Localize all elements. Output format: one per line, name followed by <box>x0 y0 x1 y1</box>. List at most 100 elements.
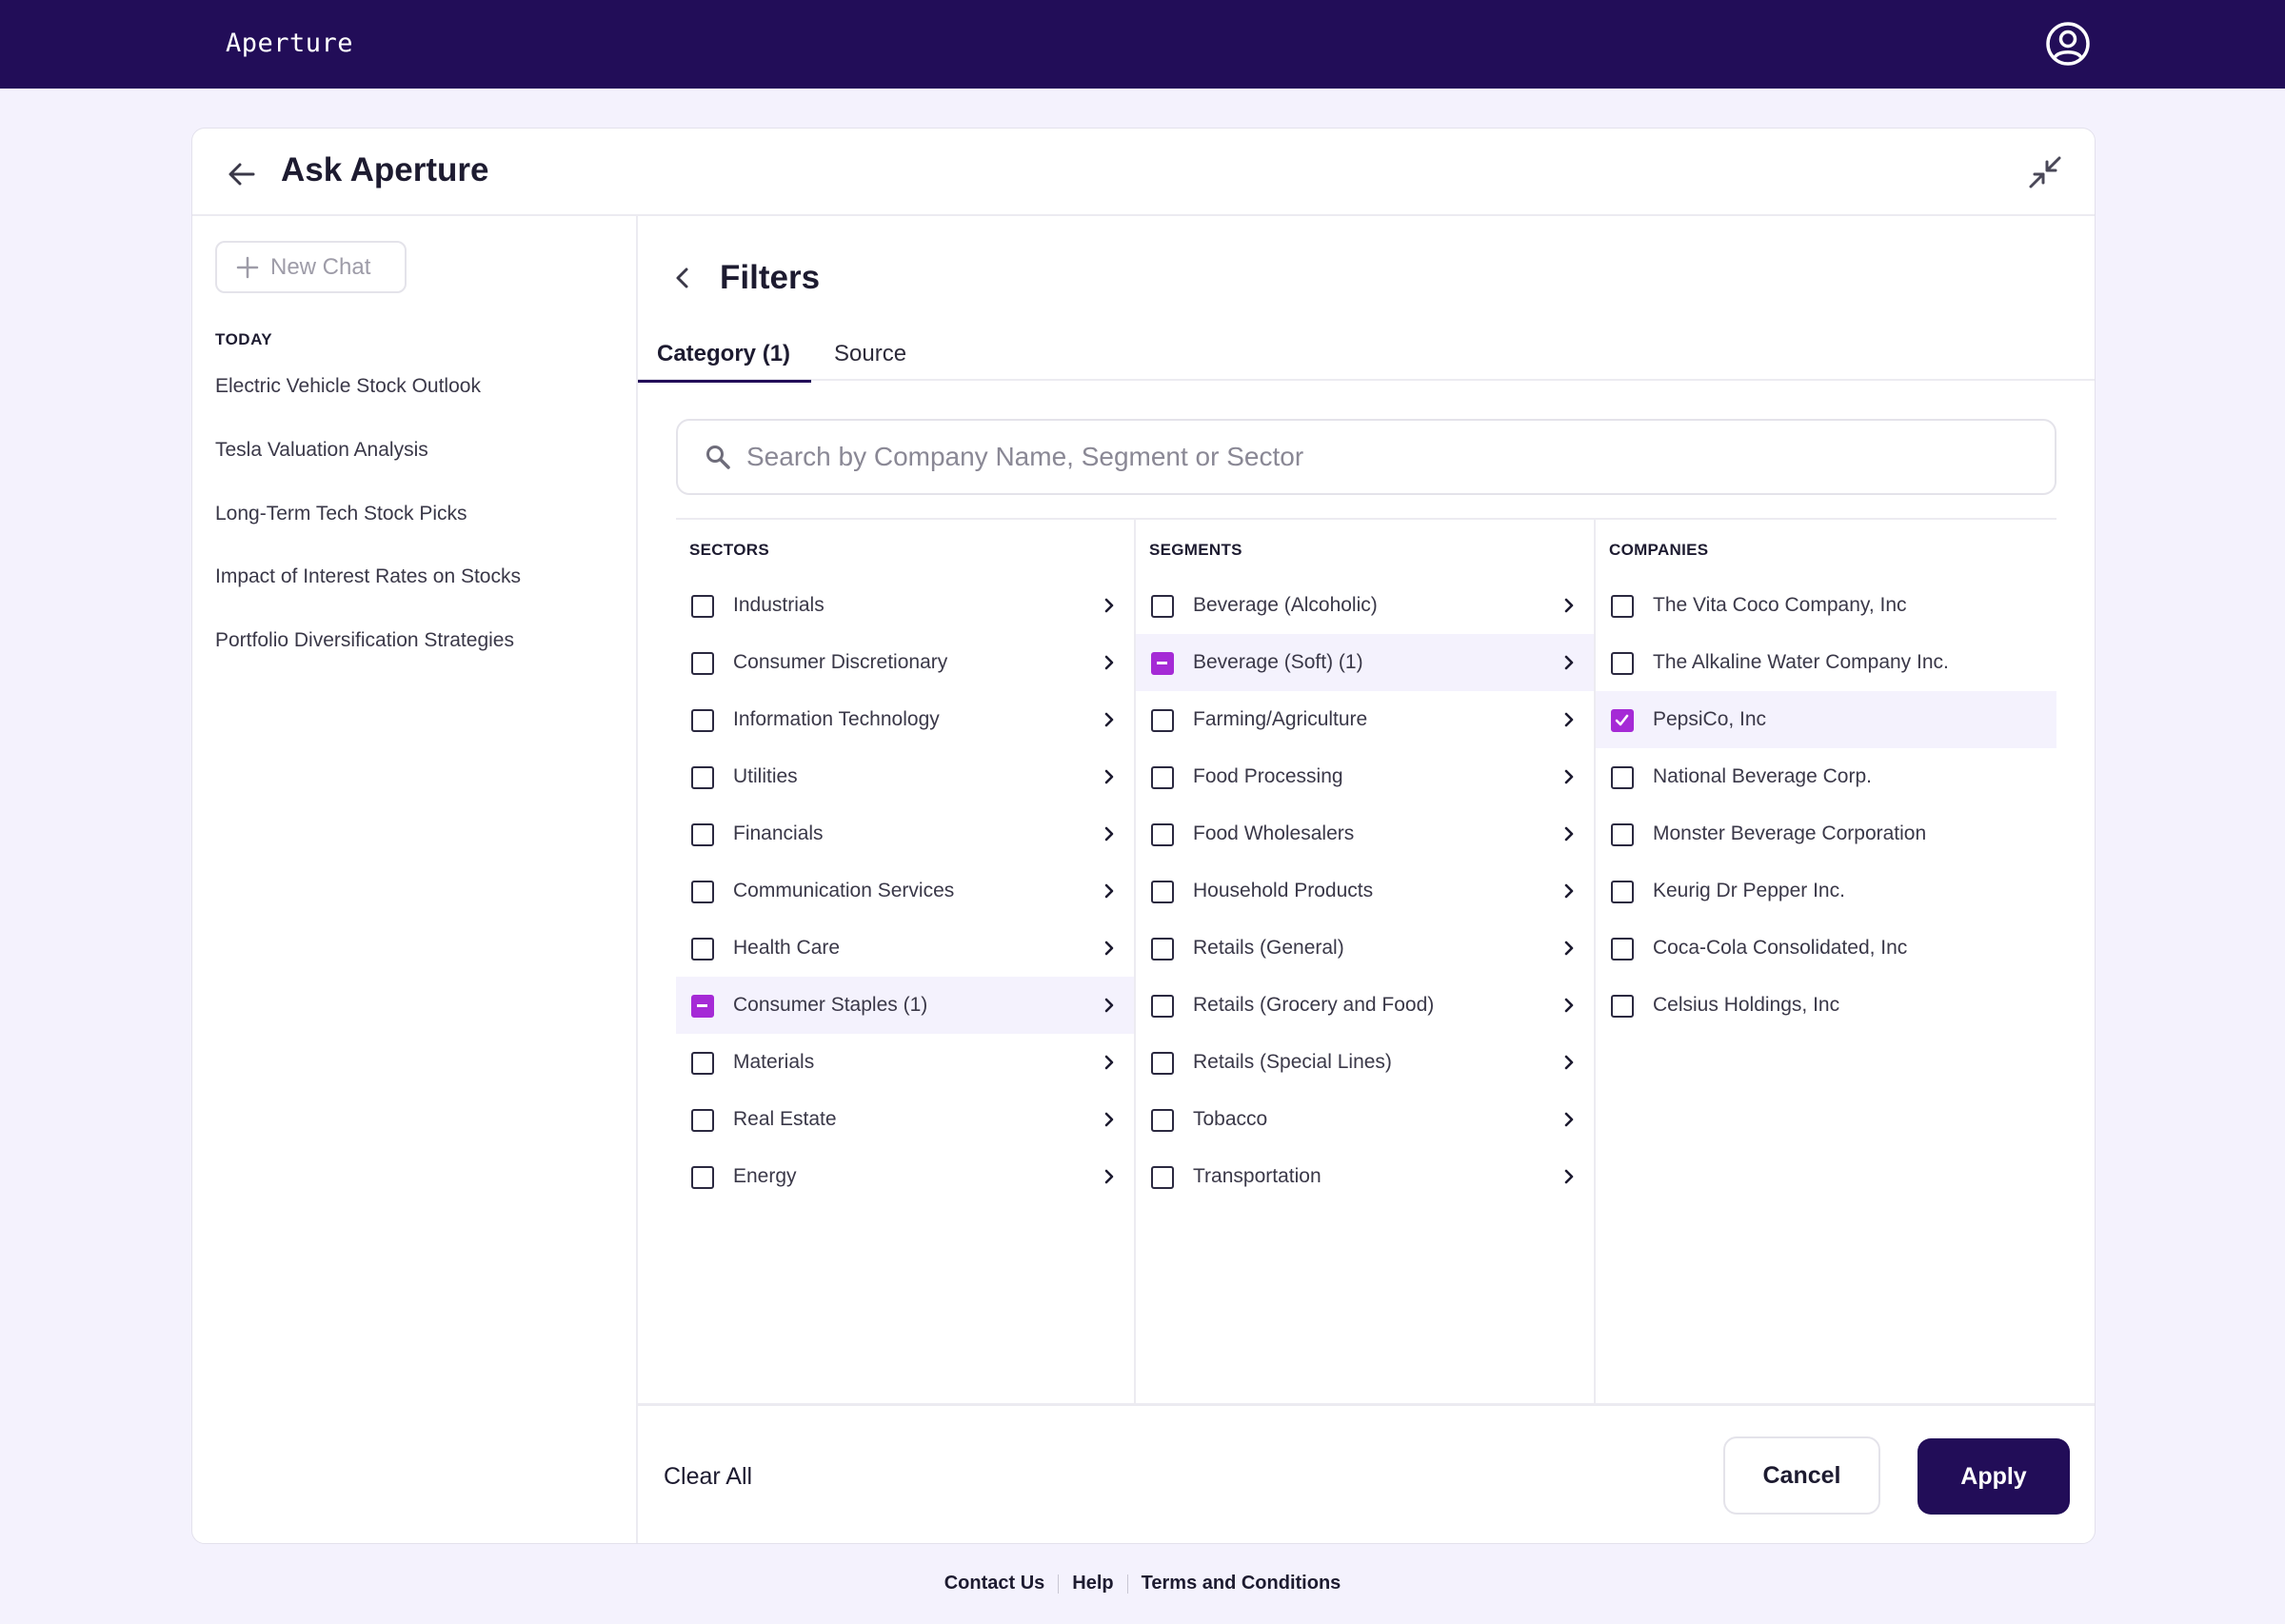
collapse-icon[interactable] <box>2026 153 2064 191</box>
sectors-row[interactable]: Consumer Staples (1) <box>676 977 1135 1034</box>
checkbox[interactable] <box>691 1109 714 1132</box>
checkbox[interactable] <box>1151 995 1174 1018</box>
checkbox[interactable] <box>1151 766 1174 789</box>
companies-row[interactable]: The Alkaline Water Company Inc. <box>1596 634 2056 691</box>
chevron-right-icon[interactable] <box>1560 1054 1578 1071</box>
chevron-right-icon[interactable] <box>1101 711 1118 728</box>
checkbox[interactable] <box>691 709 714 732</box>
companies-row[interactable]: Monster Beverage Corporation <box>1596 805 2056 862</box>
filter-search-box[interactable] <box>676 419 2056 495</box>
chevron-right-icon[interactable] <box>1560 940 1578 957</box>
chevron-right-icon[interactable] <box>1560 997 1578 1014</box>
chevron-right-icon[interactable] <box>1560 1168 1578 1185</box>
footer-link-terms[interactable]: Terms and Conditions <box>1142 1573 1341 1594</box>
checkbox[interactable] <box>1151 709 1174 732</box>
checkbox[interactable] <box>691 595 714 618</box>
checkbox[interactable] <box>1151 938 1174 961</box>
history-item[interactable]: Long-Term Tech Stock Picks <box>215 503 467 525</box>
chevron-left-icon[interactable] <box>669 265 696 291</box>
chevron-right-icon[interactable] <box>1101 1111 1118 1128</box>
segments-row[interactable]: Food Wholesalers <box>1136 805 1595 862</box>
user-account-icon[interactable] <box>2045 21 2091 67</box>
segments-row[interactable]: Beverage (Alcoholic) <box>1136 577 1595 634</box>
clear-all-button[interactable]: Clear All <box>664 1463 752 1491</box>
companies-row[interactable]: PepsiCo, Inc <box>1596 691 2056 748</box>
checkbox[interactable] <box>1611 938 1634 961</box>
checkbox[interactable] <box>691 881 714 903</box>
checkbox[interactable] <box>691 938 714 961</box>
segments-row[interactable]: Retails (General) <box>1136 920 1595 977</box>
segments-row[interactable]: Beverage (Soft) (1) <box>1136 634 1595 691</box>
segments-row[interactable]: Retails (Special Lines) <box>1136 1034 1595 1091</box>
sectors-row[interactable]: Health Care <box>676 920 1135 977</box>
checkbox[interactable] <box>691 1052 714 1075</box>
chevron-right-icon[interactable] <box>1101 1054 1118 1071</box>
chevron-right-icon[interactable] <box>1101 997 1118 1014</box>
sectors-row[interactable]: Utilities <box>676 748 1135 805</box>
back-arrow-icon[interactable] <box>225 157 259 191</box>
chevron-right-icon[interactable] <box>1101 768 1118 785</box>
chevron-right-icon[interactable] <box>1101 940 1118 957</box>
footer-link-contact-us[interactable]: Contact Us <box>944 1573 1045 1594</box>
cancel-button[interactable]: Cancel <box>1723 1436 1880 1515</box>
companies-row[interactable]: National Beverage Corp. <box>1596 748 2056 805</box>
new-chat-button[interactable]: New Chat <box>215 241 407 293</box>
segments-row[interactable]: Food Processing <box>1136 748 1595 805</box>
checkbox[interactable] <box>691 995 714 1018</box>
segments-row[interactable]: Tobacco <box>1136 1091 1595 1148</box>
companies-row[interactable]: The Vita Coco Company, Inc <box>1596 577 2056 634</box>
history-item[interactable]: Impact of Interest Rates on Stocks <box>215 565 521 588</box>
tab-category[interactable]: Category (1) <box>637 341 812 383</box>
checkbox[interactable] <box>1611 766 1634 789</box>
chevron-right-icon[interactable] <box>1560 654 1578 671</box>
history-item[interactable]: Electric Vehicle Stock Outlook <box>215 375 481 398</box>
footer-link-help[interactable]: Help <box>1072 1573 1113 1594</box>
brand-logo[interactable]: Aperture <box>226 29 353 58</box>
sectors-row[interactable]: Communication Services <box>676 862 1135 920</box>
sectors-row[interactable]: Consumer Discretionary <box>676 634 1135 691</box>
segments-row[interactable]: Transportation <box>1136 1148 1595 1205</box>
chevron-right-icon[interactable] <box>1560 711 1578 728</box>
chevron-right-icon[interactable] <box>1560 1111 1578 1128</box>
segments-row[interactable]: Household Products <box>1136 862 1595 920</box>
chevron-right-icon[interactable] <box>1101 825 1118 842</box>
sectors-row[interactable]: Industrials <box>676 577 1135 634</box>
checkbox[interactable] <box>1151 881 1174 903</box>
checkbox[interactable] <box>1151 1109 1174 1132</box>
sectors-row[interactable]: Real Estate <box>676 1091 1135 1148</box>
sectors-row[interactable]: Information Technology <box>676 691 1135 748</box>
history-item[interactable]: Portfolio Diversification Strategies <box>215 629 514 652</box>
sectors-row[interactable]: Materials <box>676 1034 1135 1091</box>
companies-row[interactable]: Coca-Cola Consolidated, Inc <box>1596 920 2056 977</box>
checkbox[interactable] <box>1151 823 1174 846</box>
checkbox[interactable] <box>1151 652 1174 675</box>
checkbox[interactable] <box>691 1166 714 1189</box>
segments-row[interactable]: Farming/Agriculture <box>1136 691 1595 748</box>
checkbox[interactable] <box>1151 1052 1174 1075</box>
checkbox[interactable] <box>1151 1166 1174 1189</box>
history-item[interactable]: Tesla Valuation Analysis <box>215 439 428 462</box>
chevron-right-icon[interactable] <box>1560 882 1578 900</box>
apply-button[interactable]: Apply <box>1917 1438 2070 1515</box>
companies-row[interactable]: Celsius Holdings, Inc <box>1596 977 2056 1034</box>
companies-row[interactable]: Keurig Dr Pepper Inc. <box>1596 862 2056 920</box>
sectors-row[interactable]: Financials <box>676 805 1135 862</box>
chevron-right-icon[interactable] <box>1101 597 1118 614</box>
checkbox[interactable] <box>1611 881 1634 903</box>
checkbox[interactable] <box>1611 709 1634 732</box>
chevron-right-icon[interactable] <box>1560 597 1578 614</box>
chevron-right-icon[interactable] <box>1560 768 1578 785</box>
sectors-row[interactable]: Energy <box>676 1148 1135 1205</box>
chevron-right-icon[interactable] <box>1560 825 1578 842</box>
chevron-right-icon[interactable] <box>1101 882 1118 900</box>
checkbox[interactable] <box>691 652 714 675</box>
segments-row[interactable]: Retails (Grocery and Food) <box>1136 977 1595 1034</box>
checkbox[interactable] <box>691 823 714 846</box>
checkbox[interactable] <box>1611 652 1634 675</box>
checkbox[interactable] <box>1611 995 1634 1018</box>
tab-source[interactable]: Source <box>834 341 906 381</box>
checkbox[interactable] <box>1151 595 1174 618</box>
checkbox[interactable] <box>691 766 714 789</box>
chevron-right-icon[interactable] <box>1101 1168 1118 1185</box>
checkbox[interactable] <box>1611 823 1634 846</box>
